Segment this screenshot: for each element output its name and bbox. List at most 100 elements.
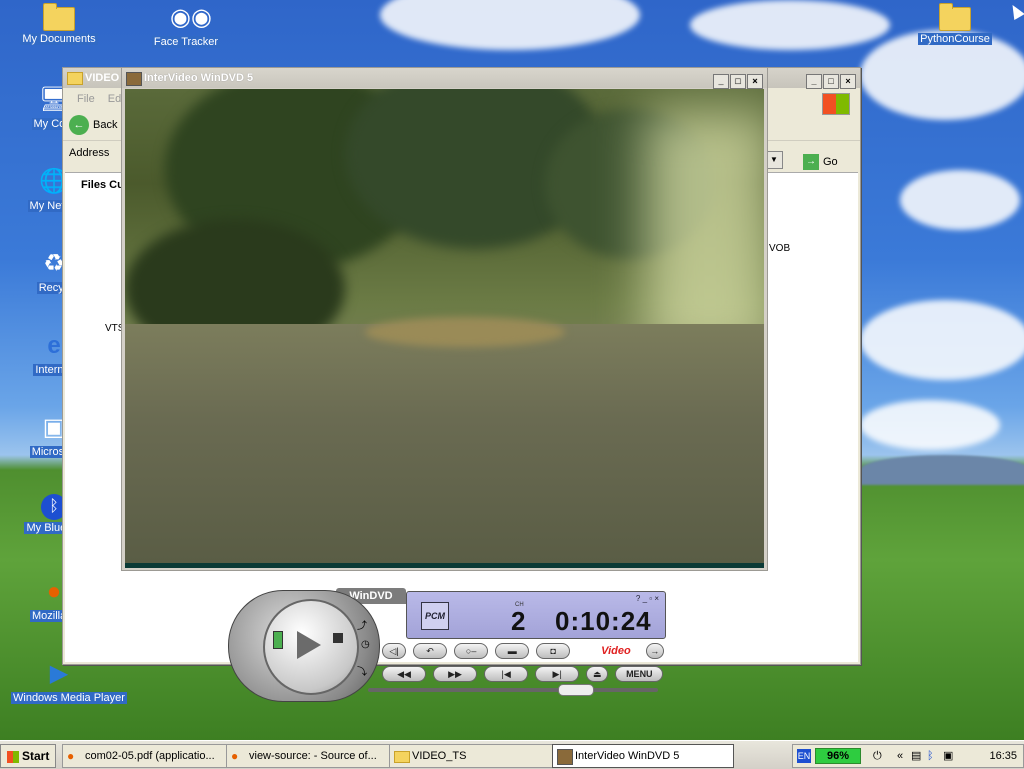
desktop-icon-label: Windows Media Player — [11, 692, 127, 704]
system-tray: EN 96% ⏻ « ▤ ᛒ ▣ 16:35 — [792, 744, 1024, 768]
play-icon — [297, 631, 321, 659]
face-tracker-icon: ◉◉ — [170, 4, 212, 31]
windvd-control-panel[interactable]: WinDVD ⤴ ◷ ⤵ PCM CH 2 0:10:24 ? _ ▫ × ◁|… — [228, 588, 668, 703]
capture-button[interactable]: ◘ — [536, 643, 571, 659]
explorer-window-controls: _ □ × — [805, 71, 856, 91]
expand-arrow-icon[interactable]: → — [645, 643, 664, 659]
cloud — [860, 300, 1024, 380]
cloud — [860, 400, 1000, 450]
menu-file[interactable]: File — [77, 93, 95, 105]
explorer-title: VIDEO — [85, 72, 120, 84]
shuffle-icon[interactable]: ⤵ — [357, 663, 367, 678]
files-section-title: Files Cu — [81, 179, 124, 191]
desktop-icon-my-documents[interactable]: My Documents — [11, 2, 107, 45]
clock[interactable]: 16:35 — [989, 745, 1017, 767]
close-icon[interactable]: × — [840, 74, 856, 89]
taskbar-item-view-source[interactable]: ● view-source: - Source of... — [226, 744, 408, 768]
menu-button[interactable]: MENU — [615, 666, 664, 682]
address-label: Address — [69, 147, 110, 159]
lcd-display: PCM CH 2 0:10:24 ? _ ▫ × — [406, 591, 666, 639]
stop-icon[interactable] — [333, 633, 343, 643]
intervideo-logo: interVideo — [577, 645, 630, 657]
repeat-icon[interactable]: ⤴ — [357, 617, 367, 632]
subtitle-button[interactable]: ▬ — [495, 643, 530, 659]
jog-dial[interactable]: ⤴ ◷ ⤵ — [228, 590, 380, 702]
fast-forward-button[interactable]: ▶▶ — [433, 666, 478, 682]
folder-icon — [394, 751, 410, 763]
desktop-icon-label: Face Tracker — [151, 36, 221, 48]
seek-slider-handle[interactable] — [558, 684, 594, 696]
windvd-icon — [557, 749, 573, 765]
windows-logo-icon — [7, 750, 19, 763]
maximize-icon[interactable]: □ — [730, 74, 746, 89]
video-bottom-bar — [125, 563, 764, 568]
firefox-icon: ● — [231, 749, 239, 763]
desktop-icon-face-tracker[interactable]: ◉◉ Face Tracker — [138, 2, 234, 48]
desktop-icon-pythoncourse[interactable]: PythonCourse — [907, 2, 1003, 45]
expand-tray-chevron-icon[interactable]: « — [897, 745, 903, 767]
control-row-bottom: ◀◀ ▶▶ |◀ ▶| ⏏ MENU — [382, 666, 667, 686]
control-row-top: ◁| ↶ ○– ▬ ◘ interVideo → — [382, 643, 668, 663]
logo-suffix: Video — [601, 645, 631, 657]
windvd-titlebar[interactable]: InterVideo WinDVD 5 _ □ × — [122, 68, 767, 91]
audio-format-badge: PCM — [421, 602, 449, 630]
taskbar-item-label: com02-05.pdf (applicatio... — [85, 750, 215, 762]
windvd-title: InterVideo WinDVD 5 — [144, 72, 254, 84]
folder-icon — [939, 3, 971, 31]
taskbar-item-windvd[interactable]: InterVideo WinDVD 5 — [552, 744, 734, 768]
start-button[interactable]: Start — [0, 744, 57, 768]
start-label: Start — [22, 749, 50, 763]
windvd-app-icon — [126, 72, 142, 86]
go-arrow-icon: → — [803, 154, 819, 171]
firefox-icon: ● — [67, 749, 75, 763]
logo-prefix: inter — [577, 645, 602, 657]
taskbar-item-pdf[interactable]: ● com02-05.pdf (applicatio... — [62, 744, 246, 768]
language-indicator[interactable]: EN — [797, 749, 811, 763]
minimize-icon[interactable]: _ — [713, 74, 729, 89]
seek-track[interactable] — [368, 688, 658, 692]
elapsed-time: 0:10:24 — [555, 606, 652, 636]
go-button[interactable]: → Go — [803, 150, 838, 174]
tray-app-icon[interactable]: ▤ — [911, 745, 921, 767]
river-bank — [365, 317, 565, 347]
desktop-icon-label: My Documents — [20, 33, 98, 45]
go-label: Go — [823, 156, 838, 168]
taskbar-item-label: InterVideo WinDVD 5 — [575, 750, 680, 762]
file-label-vob[interactable]: VOB — [769, 243, 790, 254]
return-button[interactable]: ↶ — [413, 643, 448, 659]
maximize-icon[interactable]: □ — [823, 74, 839, 89]
folder-documents-icon — [43, 3, 75, 31]
display-window-icons[interactable]: ? _ ▫ × — [636, 594, 659, 603]
close-icon[interactable]: × — [747, 74, 763, 89]
taskbar-item-label: view-source: - Source of... — [249, 750, 377, 762]
chapter-number: 2 — [511, 606, 526, 636]
clock-icon[interactable]: ◷ — [361, 639, 370, 650]
next-chapter-button[interactable]: ▶| — [535, 666, 580, 682]
video-frame[interactable] — [125, 89, 764, 563]
back-arrow-icon: ← — [69, 115, 89, 136]
previous-chapter-button[interactable]: |◀ — [484, 666, 529, 682]
sunlight-glow — [645, 109, 764, 359]
network-status-icon[interactable]: ▣ — [943, 745, 953, 767]
battery-indicator[interactable]: 96% — [815, 748, 861, 764]
taskbar: Start ● com02-05.pdf (applicatio... ● vi… — [0, 740, 1024, 769]
eject-button[interactable]: ⏏ — [586, 666, 609, 682]
bluetooth-icon[interactable]: ᛒ — [927, 745, 934, 767]
pause-icon[interactable] — [273, 631, 283, 649]
back-button[interactable]: ← Back — [69, 115, 117, 136]
taskbar-item-label: VIDEO_TS — [412, 750, 467, 762]
folder-icon — [67, 72, 83, 85]
minimize-icon[interactable]: _ — [806, 74, 822, 89]
rewind-button[interactable]: ◀◀ — [382, 666, 426, 682]
windvd-window[interactable]: InterVideo WinDVD 5 _ □ × — [121, 67, 768, 571]
volume-icon[interactable]: ◁| — [382, 643, 406, 659]
cloud — [900, 170, 1020, 230]
mountain — [860, 455, 1024, 485]
cloud — [380, 0, 640, 50]
zoom-button[interactable]: ○– — [454, 643, 489, 659]
windvd-window-controls: _ □ × — [712, 71, 763, 91]
power-plug-icon[interactable]: ⏻ — [873, 745, 882, 767]
river-water — [125, 324, 764, 563]
desktop-icon-label: PythonCourse — [918, 33, 992, 45]
taskbar-item-video-ts[interactable]: VIDEO_TS — [389, 744, 571, 768]
